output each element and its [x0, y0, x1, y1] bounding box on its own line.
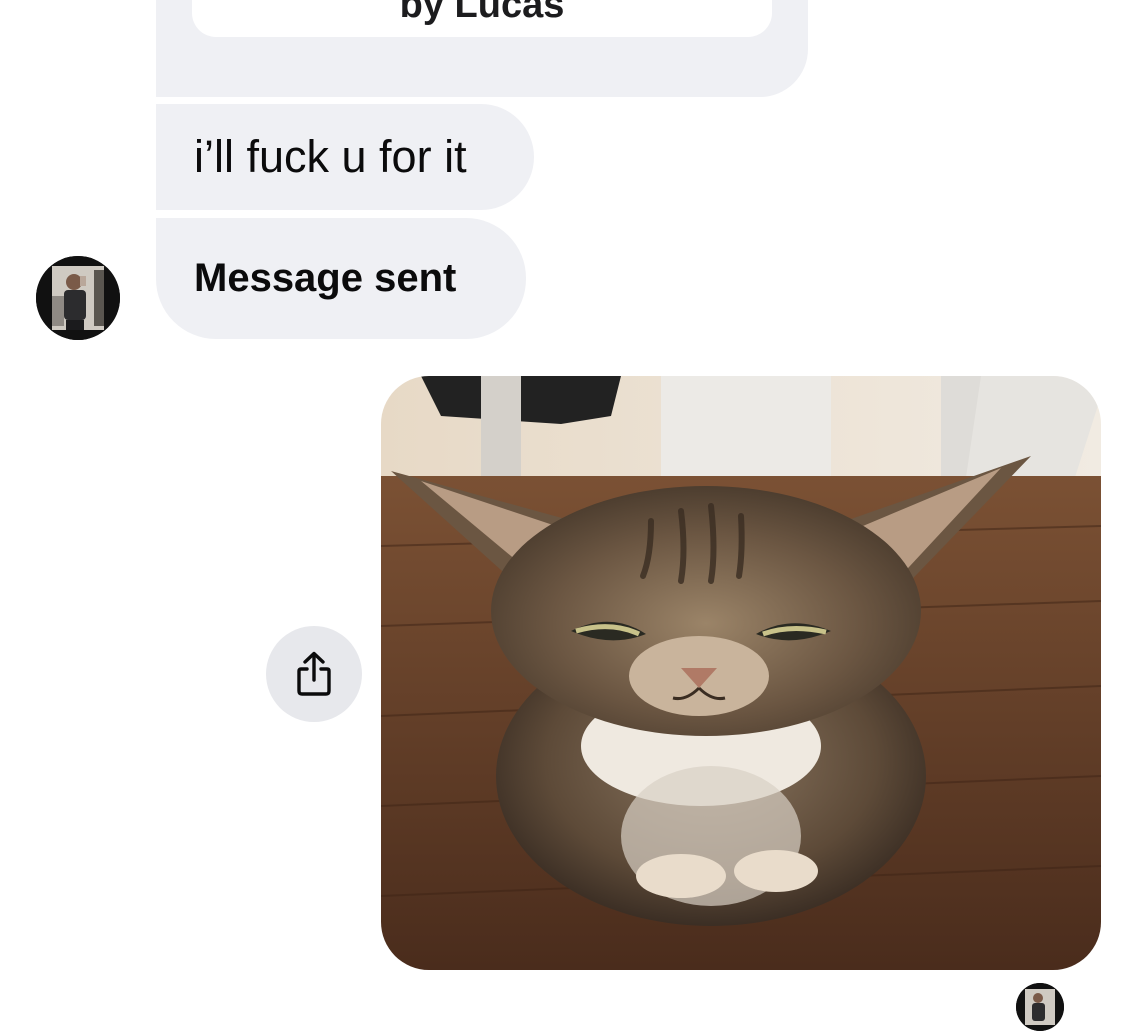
- share-button[interactable]: [266, 626, 362, 722]
- message-text: i’ll fuck u for it: [194, 131, 467, 182]
- share-icon: [297, 651, 331, 696]
- message-text: Message sent: [194, 256, 457, 300]
- shared-post-caption: by Lucas: [399, 0, 565, 26]
- message-bubble-incoming[interactable]: Message sent: [156, 218, 526, 339]
- message-bubble-shared-card[interactable]: by Lucas: [156, 0, 808, 97]
- avatar-image: [1016, 983, 1064, 1031]
- sender-avatar[interactable]: [36, 256, 120, 340]
- shared-post-card[interactable]: by Lucas: [192, 0, 772, 37]
- own-avatar[interactable]: [1016, 983, 1064, 1031]
- photo-attachment[interactable]: [381, 376, 1101, 970]
- message-bubble-incoming[interactable]: i’ll fuck u for it: [156, 104, 534, 210]
- avatar-image: [36, 256, 120, 340]
- cat-photo: [381, 376, 1101, 970]
